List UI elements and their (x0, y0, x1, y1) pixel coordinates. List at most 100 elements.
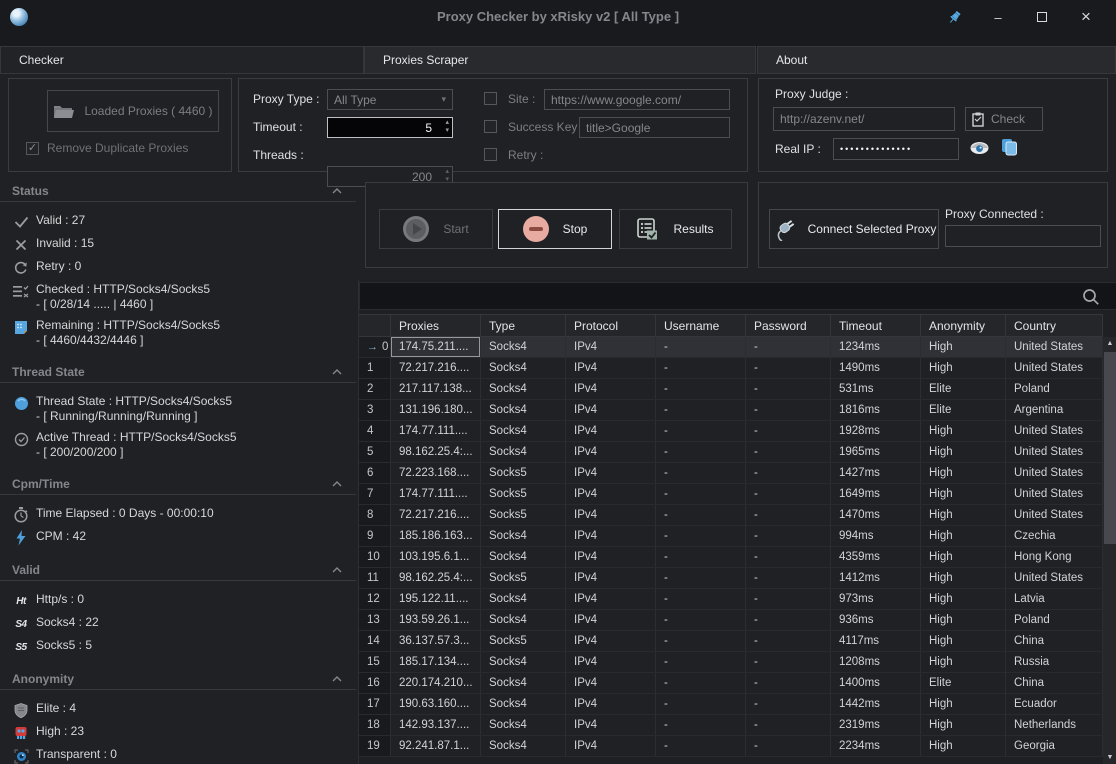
cell-country[interactable]: China (1006, 673, 1103, 693)
table-row[interactable]: 1198.162.25.4:...Socks5IPv4--1412msHighU… (359, 568, 1103, 589)
cell-timeout[interactable]: 4117ms (831, 631, 921, 651)
cell-timeout[interactable]: 1234ms (831, 337, 921, 357)
cell-anonymity[interactable]: High (921, 610, 1006, 630)
cell-protocol[interactable]: IPv4 (566, 736, 656, 756)
table-row[interactable]: 2217.117.138...Socks4IPv4--531msElitePol… (359, 379, 1103, 400)
cell-password[interactable]: - (746, 400, 831, 420)
table-row[interactable]: 872.217.216....Socks5IPv4--1470msHighUni… (359, 505, 1103, 526)
cell-proxy[interactable]: 131.196.180... (391, 400, 481, 420)
cell-username[interactable]: - (656, 484, 746, 504)
cell-username[interactable]: - (656, 673, 746, 693)
cell-timeout[interactable]: 1208ms (831, 652, 921, 672)
pin-button[interactable] (932, 4, 976, 30)
cell-protocol[interactable]: IPv4 (566, 505, 656, 525)
cell-password[interactable]: - (746, 736, 831, 756)
column-header-index[interactable] (359, 315, 391, 336)
cell-protocol[interactable]: IPv4 (566, 694, 656, 714)
cell-protocol[interactable]: IPv4 (566, 631, 656, 651)
cell-anonymity[interactable]: High (921, 631, 1006, 651)
cell-timeout[interactable]: 1965ms (831, 442, 921, 462)
cell-proxy[interactable]: 193.59.26.1... (391, 610, 481, 630)
table-row[interactable]: 7174.77.111....Socks5IPv4--1649msHighUni… (359, 484, 1103, 505)
cell-password[interactable]: - (746, 484, 831, 504)
real-ip-input[interactable]: •••••••••••••• (833, 138, 959, 160)
cell-anonymity[interactable]: Elite (921, 379, 1006, 399)
cell-timeout[interactable]: 1400ms (831, 673, 921, 693)
cell-username[interactable]: - (656, 547, 746, 567)
cell-timeout[interactable]: 1427ms (831, 463, 921, 483)
cell-username[interactable]: - (656, 400, 746, 420)
column-header-username[interactable]: Username (656, 315, 746, 336)
cell-country[interactable]: United States (1006, 463, 1103, 483)
cell-anonymity[interactable]: High (921, 652, 1006, 672)
cell-username[interactable]: - (656, 505, 746, 525)
cell-timeout[interactable]: 1442ms (831, 694, 921, 714)
cell-protocol[interactable]: IPv4 (566, 379, 656, 399)
cell-timeout[interactable]: 936ms (831, 610, 921, 630)
cell-anonymity[interactable]: High (921, 421, 1006, 441)
success-key-input[interactable]: title>Google (579, 117, 730, 138)
cell-type[interactable]: Socks4 (481, 652, 566, 672)
cell-country[interactable]: Hong Kong (1006, 547, 1103, 567)
vertical-scrollbar[interactable]: ▲ ▼ (1103, 337, 1116, 764)
cell-username[interactable]: - (656, 463, 746, 483)
cell-protocol[interactable]: IPv4 (566, 715, 656, 735)
proxy-judge-input[interactable]: http://azenv.net/ (773, 107, 955, 131)
cell-country[interactable]: China (1006, 631, 1103, 651)
cell-type[interactable]: Socks4 (481, 442, 566, 462)
cell-country[interactable]: Argentina (1006, 400, 1103, 420)
cell-timeout[interactable]: 1816ms (831, 400, 921, 420)
cell-password[interactable]: - (746, 547, 831, 567)
proxy-type-dropdown[interactable]: All Type ▾ (327, 89, 453, 110)
cell-anonymity[interactable]: High (921, 736, 1006, 756)
cell-proxy[interactable]: 72.223.168.... (391, 463, 481, 483)
close-button[interactable]: × (1064, 4, 1108, 30)
cell-type[interactable]: Socks4 (481, 715, 566, 735)
cell-protocol[interactable]: IPv4 (566, 589, 656, 609)
scrollbar-thumb[interactable] (1104, 352, 1116, 544)
cell-timeout[interactable]: 531ms (831, 379, 921, 399)
cell-country[interactable]: Latvia (1006, 589, 1103, 609)
cell-protocol[interactable]: IPv4 (566, 568, 656, 588)
retry-checkbox[interactable] (484, 148, 497, 161)
section-header-status[interactable]: Status (0, 180, 356, 202)
cell-password[interactable]: - (746, 526, 831, 546)
cell-protocol[interactable]: IPv4 (566, 673, 656, 693)
cell-country[interactable]: Georgia (1006, 736, 1103, 756)
cell-username[interactable]: - (656, 652, 746, 672)
section-header-anonymity[interactable]: Anonymity (0, 668, 356, 690)
cell-username[interactable]: - (656, 589, 746, 609)
minimize-button[interactable]: – (976, 4, 1020, 30)
cell-type[interactable]: Socks4 (481, 736, 566, 756)
column-header-proxies[interactable]: Proxies (391, 315, 481, 336)
scroll-up-icon[interactable]: ▲ (1103, 337, 1116, 350)
cell-country[interactable]: United States (1006, 421, 1103, 441)
cell-anonymity[interactable]: High (921, 715, 1006, 735)
column-header-timeout[interactable]: Timeout (831, 315, 921, 336)
cell-country[interactable]: Ecuador (1006, 694, 1103, 714)
stop-button[interactable]: Stop (498, 209, 612, 249)
table-row[interactable]: 172.217.216....Socks4IPv4--1490msHighUni… (359, 358, 1103, 379)
cell-proxy[interactable]: 217.117.138... (391, 379, 481, 399)
success-key-checkbox[interactable] (484, 120, 497, 133)
cell-anonymity[interactable]: High (921, 547, 1006, 567)
cell-proxy[interactable]: 103.195.6.1... (391, 547, 481, 567)
cell-protocol[interactable]: IPv4 (566, 463, 656, 483)
tab-proxies-scraper[interactable]: Proxies Scraper (364, 46, 756, 74)
cell-password[interactable]: - (746, 337, 831, 357)
cell-proxy[interactable]: 185.17.134.... (391, 652, 481, 672)
table-search-bar[interactable] (359, 282, 1116, 310)
cell-timeout[interactable]: 1649ms (831, 484, 921, 504)
cell-password[interactable]: - (746, 715, 831, 735)
cell-type[interactable]: Socks4 (481, 358, 566, 378)
cell-password[interactable]: - (746, 694, 831, 714)
maximize-button[interactable] (1020, 4, 1064, 30)
cell-anonymity[interactable]: High (921, 442, 1006, 462)
cell-password[interactable]: - (746, 442, 831, 462)
cell-timeout[interactable]: 994ms (831, 526, 921, 546)
cell-protocol[interactable]: IPv4 (566, 547, 656, 567)
cell-protocol[interactable]: IPv4 (566, 610, 656, 630)
section-header-cpm-time[interactable]: Cpm/Time (0, 473, 356, 495)
cell-protocol[interactable]: IPv4 (566, 337, 656, 357)
check-button[interactable]: Check (965, 107, 1043, 131)
